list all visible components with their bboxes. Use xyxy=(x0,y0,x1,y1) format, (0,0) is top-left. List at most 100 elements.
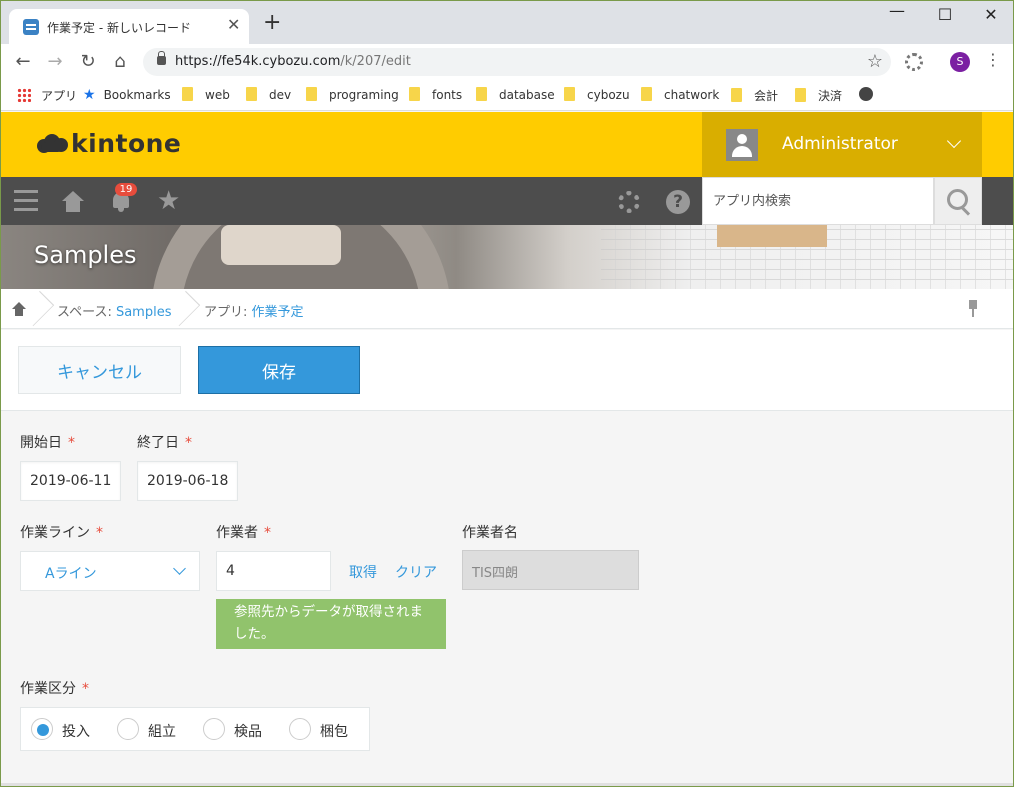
required-mark: * xyxy=(96,525,103,541)
user-avatar-icon xyxy=(726,129,758,161)
lookup-fetch-link[interactable]: 取得 xyxy=(349,562,377,582)
bookmark-fonts[interactable]: fonts xyxy=(409,87,462,102)
cancel-button[interactable]: キャンセル xyxy=(18,346,181,394)
app-search-input[interactable] xyxy=(702,177,934,225)
bookmark-globe[interactable] xyxy=(859,87,873,102)
bookmarks-bar: アプリ ★ Bookmarks web dev programing fonts … xyxy=(1,79,1013,111)
apps-grid-icon xyxy=(17,88,31,102)
worker-label: 作業者 * xyxy=(216,525,271,541)
kintone-logo-text[interactable]: kintone xyxy=(71,129,181,158)
window-close-button[interactable]: ✕ xyxy=(971,5,1011,24)
lookup-clear-link[interactable]: クリア xyxy=(395,562,437,582)
profile-avatar[interactable]: S xyxy=(950,52,970,72)
breadcrumb-separator xyxy=(37,289,49,329)
breadcrumb-separator xyxy=(183,289,195,329)
bookmark-dev[interactable]: dev xyxy=(246,87,291,102)
help-icon[interactable]: ? xyxy=(666,190,690,214)
star-icon: ★ xyxy=(83,87,96,103)
browser-toolbar: ← → ↻ ⌂ https://fe54k.cybozu.com/k/207/e… xyxy=(1,44,1013,79)
radio-option-inspection[interactable] xyxy=(203,718,225,740)
folder-icon xyxy=(795,88,806,102)
chevron-down-icon xyxy=(173,562,186,575)
work-type-radio-group: 投入 組立 検品 梱包 xyxy=(20,707,370,751)
window-maximize-button[interactable]: ☐ xyxy=(925,5,965,24)
bookmark-web[interactable]: web xyxy=(182,87,230,102)
bookmark-payment[interactable]: 決済 xyxy=(795,87,842,104)
breadcrumb-space: スペース: Samples xyxy=(57,305,172,320)
user-menu[interactable]: Administrator xyxy=(702,112,982,177)
end-date-field[interactable] xyxy=(137,461,238,501)
radio-option-assembly[interactable] xyxy=(117,718,139,740)
record-action-bar: キャンセル 保存 xyxy=(1,330,1013,411)
work-line-selected-value: Aライン xyxy=(45,566,97,582)
start-date-label: 開始日 * xyxy=(20,435,75,451)
browser-tab-active[interactable]: 作業予定 - 新しいレコード ✕ xyxy=(9,9,249,44)
folder-icon xyxy=(476,87,487,101)
required-mark: * xyxy=(82,681,89,697)
tab-title: 作業予定 - 新しいレコード xyxy=(47,21,191,35)
folder-icon xyxy=(182,87,193,101)
folder-icon xyxy=(306,87,317,101)
extension-gear-icon[interactable] xyxy=(905,53,923,71)
start-date-field[interactable] xyxy=(20,461,121,501)
breadcrumb-space-link[interactable]: Samples xyxy=(116,305,172,320)
search-icon[interactable] xyxy=(934,177,982,225)
folder-icon xyxy=(564,87,575,101)
reload-icon[interactable]: ↻ xyxy=(76,50,100,74)
folder-icon xyxy=(731,88,742,102)
notification-count-badge: 19 xyxy=(115,183,137,196)
url-text: https://fe54k.cybozu.com/k/207/edit xyxy=(175,54,411,69)
breadcrumb-app: アプリ: 作業予定 xyxy=(204,305,304,320)
bookmark-star-icon[interactable]: ☆ xyxy=(867,51,883,72)
kintone-header: kintone Administrator xyxy=(1,112,1013,177)
browser-menu-icon[interactable]: ⋮ xyxy=(985,50,1001,69)
breadcrumb: スペース: Samples アプリ: 作業予定 xyxy=(1,289,1013,329)
forward-arrow-icon[interactable]: → xyxy=(43,50,67,74)
favorites-star-icon[interactable]: ★ xyxy=(157,187,180,215)
space-banner: Samples xyxy=(1,225,1013,289)
space-title: Samples xyxy=(34,241,137,269)
worker-lookup-input[interactable] xyxy=(216,551,331,591)
bookmark-bookmarks[interactable]: ★ Bookmarks xyxy=(83,87,171,103)
work-line-select[interactable]: Aライン xyxy=(20,551,200,591)
bookmark-chatwork[interactable]: chatwork xyxy=(641,87,719,102)
radio-option-input[interactable] xyxy=(31,718,53,740)
radio-option-label[interactable]: 検品 xyxy=(234,721,262,741)
bookmark-accounting[interactable]: 会計 xyxy=(731,87,778,104)
home-icon[interactable]: ⌂ xyxy=(108,50,132,74)
radio-option-label[interactable]: 投入 xyxy=(62,721,90,741)
kintone-global-nav: ★ ? xyxy=(1,177,1013,225)
lock-icon xyxy=(157,51,166,65)
banner-decoration xyxy=(221,225,341,265)
bookmark-programing[interactable]: programing xyxy=(306,87,399,102)
chevron-down-icon xyxy=(946,133,962,149)
tab-strip: 作業予定 - 新しいレコード ✕ + — ☐ ✕ xyxy=(1,1,1013,44)
window-minimize-button[interactable]: — xyxy=(877,1,917,20)
folder-icon xyxy=(409,87,420,101)
end-date-label: 終了日 * xyxy=(137,435,192,451)
radio-option-packing[interactable] xyxy=(289,718,311,740)
bookmark-apps[interactable]: アプリ xyxy=(17,87,77,104)
form-bottom-divider xyxy=(1,783,1013,786)
settings-gear-icon[interactable] xyxy=(618,191,640,213)
kintone-cloud-logo-icon[interactable] xyxy=(37,134,69,154)
back-arrow-icon[interactable]: ← xyxy=(11,50,35,74)
record-edit-form: 開始日* 終了日* 作業ライン* Aライン 作業者* 取得 クリア 作業者名 T… xyxy=(1,411,1013,786)
radio-option-label[interactable]: 組立 xyxy=(148,721,176,741)
hamburger-menu-icon[interactable] xyxy=(14,190,38,212)
breadcrumb-app-link[interactable]: 作業予定 xyxy=(252,305,304,320)
banner-decoration xyxy=(717,225,827,247)
bookmark-cybozu[interactable]: cybozu xyxy=(564,87,630,102)
pin-icon[interactable] xyxy=(968,300,978,318)
bookmark-database[interactable]: database xyxy=(476,87,555,102)
required-mark: * xyxy=(185,435,192,451)
work-line-label: 作業ライン * xyxy=(20,525,103,541)
required-mark: * xyxy=(264,525,271,541)
portal-home-icon[interactable] xyxy=(62,191,84,213)
new-tab-button[interactable]: + xyxy=(263,12,281,34)
address-bar[interactable]: https://fe54k.cybozu.com/k/207/edit ☆ xyxy=(143,48,891,76)
worker-name-label: 作業者名 xyxy=(462,525,518,541)
save-button[interactable]: 保存 xyxy=(198,346,360,394)
tab-close-icon[interactable]: ✕ xyxy=(227,15,240,34)
radio-option-label[interactable]: 梱包 xyxy=(320,721,348,741)
